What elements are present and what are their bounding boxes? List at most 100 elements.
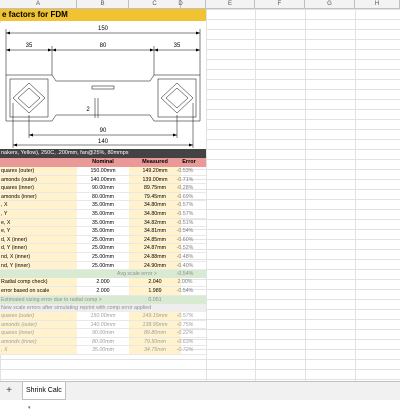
- table-row[interactable]: quares (inner) 90.00mm 89.75mm -0.28%: [0, 184, 206, 193]
- row-error: -0.28%: [164, 184, 206, 193]
- row-error: -0.69%: [164, 193, 206, 202]
- row-nominal: 140.00mm: [77, 175, 129, 185]
- note-text: New scale errors after simulating reprin…: [1, 305, 152, 311]
- row-label: amonds (outer): [0, 320, 77, 330]
- row-nominal: 90.00mm: [77, 329, 129, 338]
- table-row[interactable]: amonds (outer) 140.00mm 139.00mm -0.71%: [0, 175, 206, 185]
- row-nominal: 35.00mm: [77, 218, 129, 228]
- print-conditions-text: nakers, Yellow), 250C, .200mm, fan@25%, …: [1, 150, 129, 156]
- sheet-title: e factors for FDM: [2, 10, 68, 19]
- sheet-grid[interactable]: e factors for FDM 150 35 80 35 2 90 140 …: [0, 9, 400, 381]
- radial-error: 2.00%: [164, 278, 206, 287]
- row-label: d, X (inner): [0, 235, 77, 245]
- row-error: -0.57%: [164, 312, 206, 321]
- row-error: -0.53%: [164, 167, 206, 176]
- calibration-part-drawing: 150 35 80 35 2 90 140: [5, 26, 201, 148]
- technical-drawing: 150 35 80 35 2 90 140: [0, 23, 206, 161]
- dim-right: 35: [174, 43, 181, 49]
- row-nominal: 80.00mm: [77, 337, 129, 347]
- row-nominal: 80.00mm: [77, 192, 129, 202]
- row-error: -0.60%: [164, 236, 206, 245]
- row-label: quares (inner): [0, 184, 77, 193]
- row-nominal: 25.00mm: [77, 261, 129, 271]
- dim-overall-top: 150: [98, 26, 109, 32]
- dim-bottom-total: 140: [98, 139, 109, 145]
- row-label: nd, X (inner): [0, 253, 77, 262]
- row-label: quares (inner): [0, 329, 77, 338]
- column-header-h[interactable]: H: [355, 0, 400, 8]
- column-header-f[interactable]: F: [255, 0, 305, 8]
- chevron-down-icon[interactable]: ▾: [28, 405, 31, 411]
- column-header-e[interactable]: E: [206, 0, 255, 8]
- dim-small: 2: [86, 107, 90, 113]
- table-header-row[interactable]: Nominal Measured Error: [0, 158, 206, 167]
- row-nominal: 35.00mm: [77, 346, 129, 355]
- table-row[interactable]: , X 35.00mm 34.80mm -0.57%: [0, 201, 206, 210]
- row-error: -0.72%: [164, 346, 206, 355]
- row-error: -0.57%: [164, 201, 206, 210]
- table-row[interactable]: d, Y (inner) 25.00mm 24.87mm -0.52%: [0, 244, 206, 253]
- row-label: e, Y: [0, 227, 77, 236]
- row-nominal: 35.00mm: [77, 210, 129, 219]
- column-header-bar: A B C D E F G H: [0, 0, 400, 9]
- row-label: e, X: [0, 218, 77, 228]
- est-value: 0.051: [148, 297, 162, 303]
- table-row[interactable]: nd, Y (inner) 25.00mm 24.90mm -0.40%: [0, 261, 206, 271]
- row-label: amonds (outer): [0, 175, 77, 185]
- row-label: amonds (inner): [0, 192, 77, 202]
- add-sheet-icon[interactable]: +: [3, 385, 15, 397]
- column-header-a[interactable]: A: [0, 0, 77, 8]
- row-nominal: 150.00mm: [77, 312, 129, 321]
- table-row[interactable]: d, X (inner) 25.00mm 24.85mm -0.60%: [0, 235, 206, 245]
- estimated-error-row[interactable]: Estimated sizing error due to radial com…: [0, 296, 206, 304]
- table-row[interactable]: quares (outer) 150.00mm 149.20mm -0.53%: [0, 167, 206, 176]
- row-error: -0.22%: [164, 329, 206, 338]
- onscale-row[interactable]: error based on scale 2.000 1.989 -0.54%: [0, 287, 206, 296]
- row-label: d, Y (inner): [0, 244, 77, 253]
- row-error: -0.48%: [164, 253, 206, 262]
- sheet-tab-shrink-calc[interactable]: Shrink Calc ▾: [22, 382, 66, 411]
- row-error: -0.54%: [164, 227, 206, 236]
- table-row[interactable]: quares (inner) 90.00mm 89.80mm -0.22%: [0, 329, 206, 338]
- table-row[interactable]: nd, X (inner) 25.00mm 24.88mm -0.48%: [0, 253, 206, 262]
- onscale-nominal: 2.000: [77, 287, 129, 296]
- row-label: amonds (inner): [0, 337, 77, 347]
- column-header-g[interactable]: G: [305, 0, 355, 8]
- header-error: Error: [182, 159, 196, 165]
- row-error: -0.51%: [164, 219, 206, 228]
- row-error: -0.75%: [164, 321, 206, 330]
- table-row[interactable]: , X 35.00mm 34.75mm -0.72%: [0, 346, 206, 355]
- print-conditions-row[interactable]: nakers, Yellow), 250C, .200mm, fan@25%, …: [0, 149, 206, 158]
- avg-scale-error-row[interactable]: Avg scale error > -0.54%: [0, 270, 206, 278]
- header-nominal: Nominal: [92, 159, 114, 165]
- row-label: , Y: [0, 210, 77, 219]
- est-label: Estimated sizing error due to radial com…: [1, 297, 102, 303]
- column-header-b[interactable]: B: [77, 0, 129, 8]
- row-nominal: 25.00mm: [77, 244, 129, 253]
- table-row[interactable]: e, X 35.00mm 34.82mm -0.51%: [0, 218, 206, 228]
- sheet-tab-label: Shrink Calc: [26, 387, 62, 394]
- dim-bottom-mid: 90: [100, 128, 107, 134]
- table-row[interactable]: amonds (inner) 80.00mm 79.45mm -0.69%: [0, 192, 206, 202]
- row-error: -0.40%: [164, 262, 206, 271]
- note-row[interactable]: New scale errors after simulating reprin…: [0, 304, 206, 312]
- radial-nominal: 2.000: [77, 278, 129, 287]
- table-row[interactable]: amonds (outer) 140.00mm 138.95mm -0.75%: [0, 320, 206, 330]
- table-row[interactable]: quares (outer) 150.00mm 149.15mm -0.57%: [0, 312, 206, 321]
- row-label: , X: [0, 201, 77, 210]
- radial-comp-row[interactable]: Radial comp check) 2.000 2.040 2.00%: [0, 278, 206, 287]
- row-error: -0.63%: [164, 338, 206, 347]
- table-row[interactable]: amonds (inner) 80.00mm 79.50mm -0.63%: [0, 337, 206, 347]
- radial-label: Radial comp check): [0, 278, 77, 287]
- row-nominal: 25.00mm: [77, 235, 129, 245]
- table-row[interactable]: , Y 35.00mm 34.80mm -0.57%: [0, 210, 206, 219]
- onscale-label: error based on scale: [0, 287, 77, 296]
- sheet-tab-bar: + Shrink Calc ▾: [0, 381, 400, 411]
- row-error: -0.71%: [164, 176, 206, 185]
- row-nominal: 90.00mm: [77, 184, 129, 193]
- row-label: quares (outer): [0, 312, 77, 321]
- row-nominal: 140.00mm: [77, 320, 129, 330]
- column-header-d[interactable]: D: [156, 0, 206, 8]
- title-row[interactable]: e factors for FDM: [0, 9, 206, 21]
- table-row[interactable]: e, Y 35.00mm 34.81mm -0.54%: [0, 227, 206, 236]
